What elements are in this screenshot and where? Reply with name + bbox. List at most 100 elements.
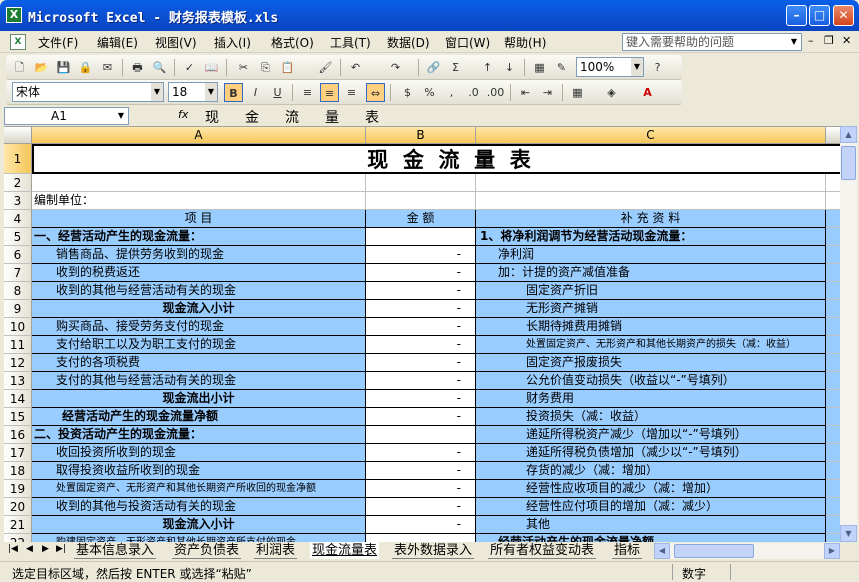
font-select[interactable]: 宋体 ▼	[12, 82, 164, 102]
cell-a16[interactable]: 二、投资活动产生的现金流量：	[32, 426, 366, 444]
cell-a4[interactable]: 项 目	[32, 210, 366, 228]
sheet-tab-active[interactable]: 现金流量表	[310, 542, 380, 559]
cell-d2[interactable]	[826, 174, 840, 192]
maximize-button[interactable]: □	[809, 5, 830, 26]
cell-a5[interactable]: 一、经营活动产生的现金流量：	[32, 228, 366, 246]
cell-b20[interactable]: -	[366, 498, 476, 516]
cell-c10[interactable]: 长期待摊费用摊销	[476, 318, 826, 336]
cell-a22[interactable]: 购建固定资产、无形资产和其他长期资产所支付的现金	[32, 534, 366, 542]
scroll-up-icon[interactable]: ▲	[840, 126, 857, 143]
cell-d5[interactable]	[826, 228, 840, 246]
cell-c12[interactable]: 固定资产报废损失	[476, 354, 826, 372]
formula-input[interactable]: 现金流量表	[205, 107, 405, 127]
cell-a8[interactable]: 收到的其他与经营活动有关的现金	[32, 282, 366, 300]
cell-b6[interactable]: -	[366, 246, 476, 264]
horizontal-scrollbar[interactable]: ◀ ▶	[654, 543, 840, 559]
zoom-select[interactable]: 100% ▼	[576, 57, 644, 77]
cell-a6[interactable]: 销售商品、提供劳务收到的现金	[32, 246, 366, 264]
row-header[interactable]: 12	[4, 354, 32, 372]
cell-b5[interactable]	[366, 228, 476, 246]
hyperlink-icon[interactable]: 🔗	[424, 58, 443, 77]
cell-a14[interactable]: 现金流出小计	[32, 390, 366, 408]
row-header[interactable]: 10	[4, 318, 32, 336]
bold-button[interactable]: B	[224, 83, 243, 102]
cell-c16[interactable]: 递延所得税资产减少（增加以“-”号填列）	[476, 426, 826, 444]
chevron-down-icon[interactable]: ▼	[114, 108, 128, 124]
cell-d16[interactable]	[826, 426, 840, 444]
cell-b10[interactable]: -	[366, 318, 476, 336]
row-header[interactable]: 4	[4, 210, 32, 228]
increase-decimal-icon[interactable]: .0	[464, 83, 483, 102]
first-sheet-icon[interactable]: |◀	[8, 544, 18, 554]
row-header[interactable]: 16	[4, 426, 32, 444]
chevron-down-icon[interactable]: ▼	[631, 58, 643, 76]
open-icon[interactable]: 📂	[32, 58, 51, 77]
cell-d3[interactable]	[826, 192, 840, 210]
fx-icon[interactable]: fx	[178, 108, 188, 121]
scroll-right-icon[interactable]: ▶	[824, 543, 840, 559]
cell-a18[interactable]: 取得投资收益所收到的现金	[32, 462, 366, 480]
cell-d14[interactable]	[826, 390, 840, 408]
hscroll-thumb[interactable]	[674, 544, 754, 558]
font-size-select[interactable]: 18 ▼	[168, 82, 218, 102]
sheet-tab[interactable]: 资产负债表	[172, 542, 242, 559]
column-header-c[interactable]: C	[476, 127, 826, 144]
menu-format[interactable]: 格式(O)	[271, 34, 314, 51]
email-icon[interactable]: ✉	[98, 58, 117, 77]
row-header[interactable]: 17	[4, 444, 32, 462]
cell-a20[interactable]: 收到的其他与投资活动有关的现金	[32, 498, 366, 516]
print-preview-icon[interactable]: 🔍	[150, 58, 169, 77]
align-left-icon[interactable]: ≡	[298, 83, 317, 102]
cell-b21[interactable]: -	[366, 516, 476, 534]
cell-d20[interactable]	[826, 498, 840, 516]
cell-c21[interactable]: 其他	[476, 516, 826, 534]
decrease-indent-icon[interactable]: ⇤	[516, 83, 535, 102]
sort-asc-icon[interactable]: ↑	[478, 58, 497, 77]
sheet-tab[interactable]: 所有者权益变动表	[488, 542, 597, 559]
cell-c2[interactable]	[476, 174, 826, 192]
minimize-button[interactable]: –	[786, 5, 807, 26]
row-header[interactable]: 2	[4, 174, 32, 192]
select-all-corner[interactable]	[4, 127, 32, 144]
cell-c20[interactable]: 经营性应付项目的增加（减：减少）	[476, 498, 826, 516]
cell-a7[interactable]: 收到的税费返还	[32, 264, 366, 282]
doc-minimize-icon[interactable]: –	[808, 34, 814, 47]
chart-wizard-icon[interactable]: ▦	[530, 58, 549, 77]
cell-d10[interactable]	[826, 318, 840, 336]
cell-a11[interactable]: 支付给职工以及为职工支付的现金	[32, 336, 366, 354]
cell-b15[interactable]: -	[366, 408, 476, 426]
sort-desc-icon[interactable]: ↓	[500, 58, 519, 77]
cell-a10[interactable]: 购买商品、接受劳务支付的现金	[32, 318, 366, 336]
cell-c22[interactable]: 经营活动产生的现金流量净额	[476, 534, 826, 542]
row-header[interactable]: 20	[4, 498, 32, 516]
cell-c8[interactable]: 固定资产折旧	[476, 282, 826, 300]
permission-icon[interactable]: 🔒	[76, 58, 95, 77]
save-icon[interactable]: 💾	[54, 58, 73, 77]
chevron-down-icon[interactable]: ▼	[205, 83, 217, 101]
cell-a19[interactable]: 处置固定资产、无形资产和其他长期资产所收回的现金净额	[32, 480, 366, 498]
cell-b7[interactable]: -	[366, 264, 476, 282]
cell-b14[interactable]: -	[366, 390, 476, 408]
menu-edit[interactable]: 编辑(E)	[97, 34, 138, 51]
cell-a15[interactable]: 经营活动产生的现金流量净额	[32, 408, 366, 426]
font-color-icon[interactable]: A	[638, 83, 657, 102]
cell-d21[interactable]	[826, 516, 840, 534]
new-icon[interactable]: 🗋	[10, 58, 29, 77]
increase-indent-icon[interactable]: ⇥	[538, 83, 557, 102]
cell-c7[interactable]: 加：计提的资产减值准备	[476, 264, 826, 282]
cell-a9[interactable]: 现金流入小计	[32, 300, 366, 318]
cut-icon[interactable]: ✂	[234, 58, 253, 77]
borders-icon[interactable]: ▦	[568, 83, 587, 102]
italic-button[interactable]: I	[246, 83, 265, 102]
redo-icon[interactable]: ↷	[386, 58, 405, 77]
decrease-decimal-icon[interactable]: .00	[486, 83, 505, 102]
cell-c9[interactable]: 无形资产摊销	[476, 300, 826, 318]
research-icon[interactable]: 📖	[202, 58, 221, 77]
cell-a13[interactable]: 支付的其他与经营活动有关的现金	[32, 372, 366, 390]
cell-b11[interactable]: -	[366, 336, 476, 354]
cell-d6[interactable]	[826, 246, 840, 264]
cell-d7[interactable]	[826, 264, 840, 282]
close-button[interactable]: ✕	[833, 5, 854, 26]
menu-insert[interactable]: 插入(I)	[214, 34, 251, 51]
cell-c13[interactable]: 公允价值变动损失（收益以“-”号填列）	[476, 372, 826, 390]
